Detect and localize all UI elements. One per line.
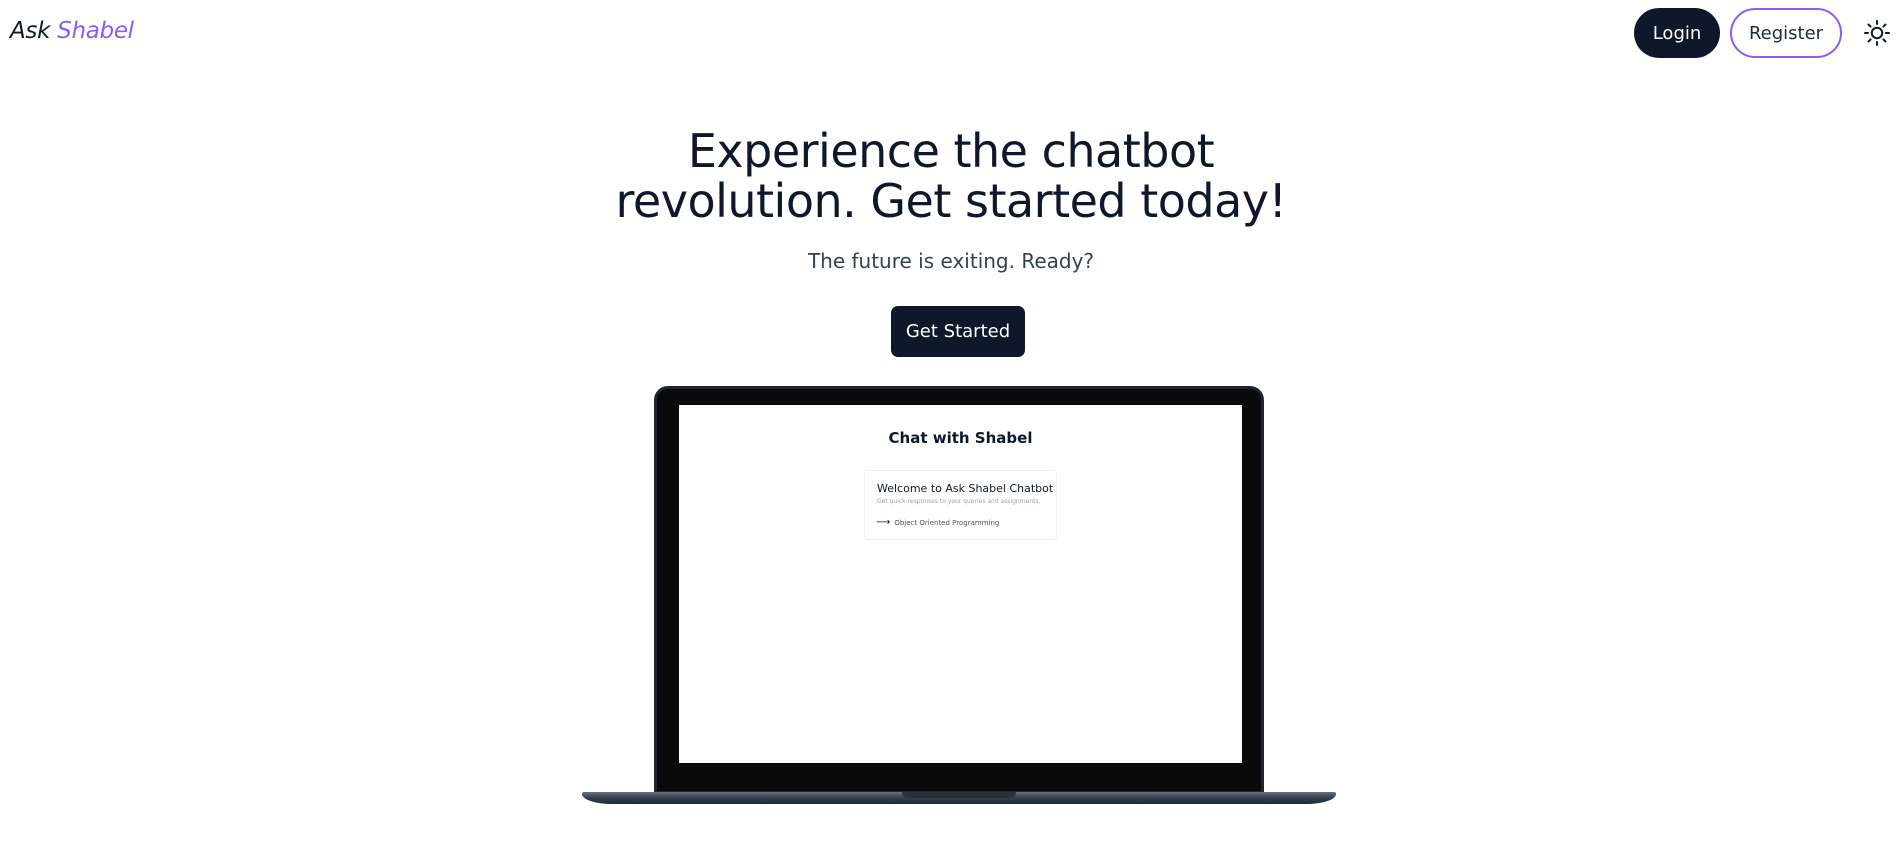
chat-preview-title: Chat with Shabel	[888, 429, 1033, 447]
brand-logo[interactable]: Ask Shabel	[10, 18, 134, 44]
hero-title: Experience the chatbot revolution. Get s…	[551, 126, 1351, 226]
hero-title-line-2: revolution. Get started today!	[615, 174, 1287, 228]
laptop-screen-preview: Chat with Shabel Welcome to Ask Shabel C…	[679, 405, 1242, 763]
suggestion-label: Object Oriented Programming	[894, 519, 1000, 527]
logo-highlight: Shabel	[57, 18, 134, 44]
sun-icon	[1864, 20, 1890, 46]
welcome-card: Welcome to Ask Shabel Chatbot Get quick …	[864, 470, 1057, 540]
hero-subtitle: The future is exiting. Ready?	[807, 249, 1095, 273]
arrow-right-icon: ⟶	[876, 517, 891, 528]
theme-toggle-button[interactable]	[1860, 16, 1894, 50]
logo-prefix: Ask	[10, 18, 51, 44]
top-nav: Ask Shabel Login Register	[0, 0, 1902, 64]
get-started-button[interactable]: Get Started	[891, 306, 1025, 357]
laptop-notch	[902, 792, 1016, 798]
welcome-card-title: Welcome to Ask Shabel Chatbot	[877, 482, 1054, 495]
register-button[interactable]: Register	[1730, 8, 1842, 58]
login-button[interactable]: Login	[1634, 8, 1720, 58]
welcome-card-description: Get quick responses to your queries and …	[877, 498, 1041, 505]
hero-title-line-1: Experience the chatbot	[687, 124, 1215, 178]
suggestion-item[interactable]: ⟶ Object Oriented Programming	[876, 518, 999, 528]
landing-page: Ask Shabel Login Register Experience the…	[0, 0, 1902, 842]
